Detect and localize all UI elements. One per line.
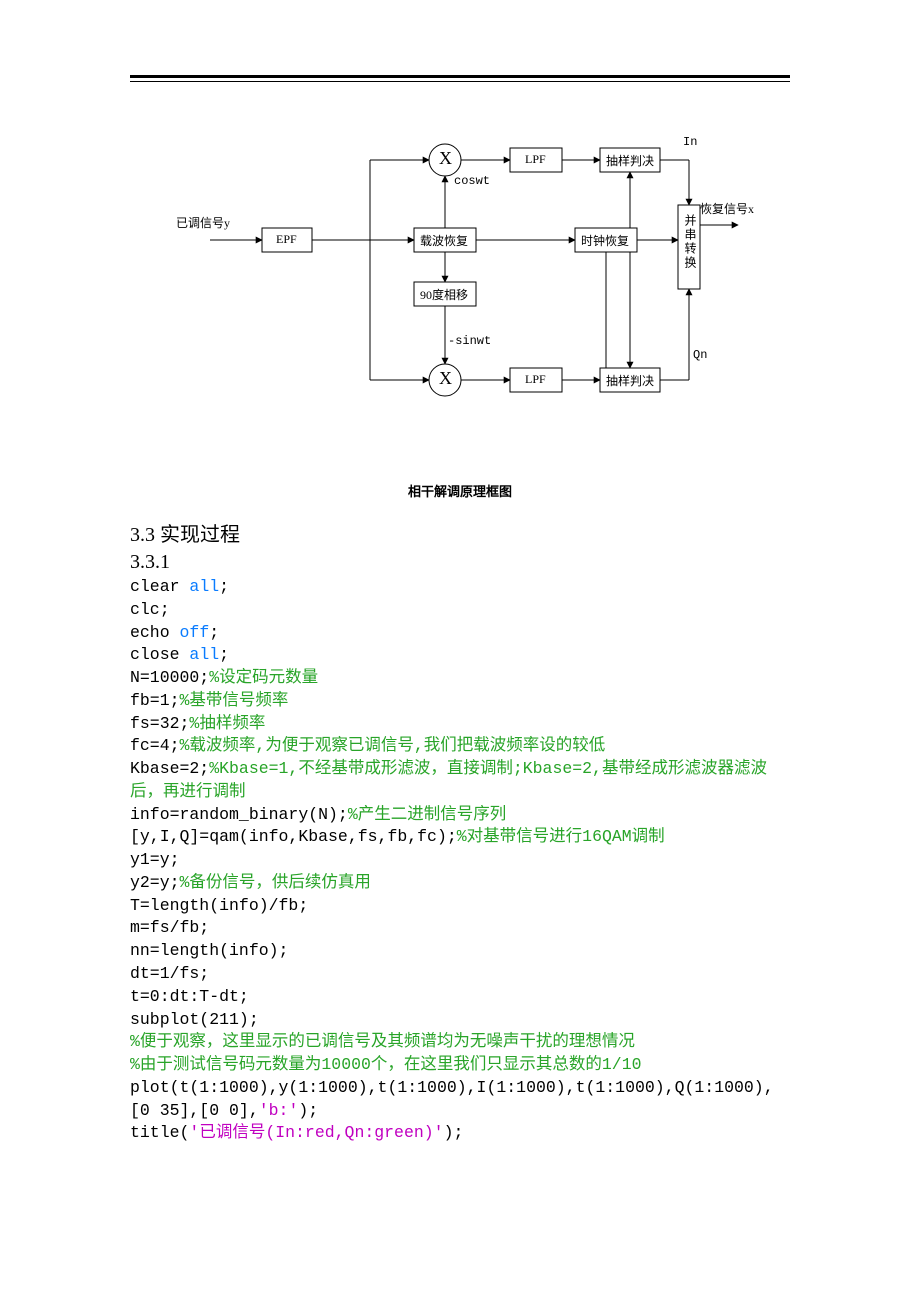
code-comment: %设定码元数量 (209, 668, 318, 687)
code-text: ; (219, 577, 229, 596)
code-text: T=length(info)/fb; (130, 896, 308, 915)
code-comment: %备份信号，供后续仿真用 (180, 873, 371, 892)
page: 已调信号y EPF X X coswt -sinwt LPF LPF 抽样判决 … (0, 0, 920, 1302)
label-epf: EPF (276, 232, 297, 247)
section-heading: 3.3 实现过程 (130, 518, 790, 547)
label-lpf-bot: LPF (525, 372, 546, 387)
code-comment: %抽样频率 (189, 714, 265, 733)
code-comment: %基带信号频率 (180, 691, 289, 710)
code-text: nn=length(info); (130, 941, 288, 960)
label-qn: Qn (693, 348, 707, 362)
label-clock: 时钟恢复 (581, 232, 629, 249)
code-comment: %产生二进制信号序列 (348, 805, 506, 824)
label-sample-top: 抽样判决 (606, 152, 654, 169)
code-text: ); (298, 1101, 318, 1120)
code-text: fb=1; (130, 691, 180, 710)
code-keyword: all (189, 645, 219, 664)
code-text: fc=4; (130, 736, 180, 755)
code-text: N=10000; (130, 668, 209, 687)
code-text: y1=y; (130, 850, 180, 869)
code-text: Kbase=2; (130, 759, 209, 778)
subsection-number: 3.3.1 (130, 551, 790, 574)
code-text: y2=y; (130, 873, 180, 892)
code-text: subplot(211); (130, 1010, 259, 1029)
label-carrier: 载波恢复 (420, 232, 468, 249)
label-x-bot: X (439, 368, 452, 389)
code-comment: %便于观察，这里显示的已调信号及其频谱均为无噪声干扰的理想情况 (130, 1032, 635, 1051)
code-comment: %载波频率,为便于观察已调信号,我们把载波频率设的较低 (180, 736, 606, 755)
code-text: m=fs/fb; (130, 918, 209, 937)
label-coswt: coswt (454, 174, 490, 188)
code-text: close (130, 645, 189, 664)
code-text: t=0:dt:T-dt; (130, 987, 249, 1006)
code-block: clear all; clc; echo off; close all; N=1… (130, 576, 790, 1145)
code-text: clear (130, 577, 189, 596)
code-text: ; (209, 623, 219, 642)
code-keyword: off (180, 623, 210, 642)
label-x-top: X (439, 148, 452, 169)
code-text: info=random_binary(N); (130, 805, 348, 824)
label-sinwt: -sinwt (448, 334, 491, 348)
label-in: In (683, 135, 697, 149)
block-diagram: 已调信号y EPF X X coswt -sinwt LPF LPF 抽样判决 … (180, 130, 740, 425)
label-output: 恢复信号x (700, 200, 754, 217)
code-keyword: all (189, 577, 219, 596)
code-text: plot(t(1:1000),y(1:1000),t(1:1000),I(1:1… (130, 1078, 774, 1120)
label-lpf-top: LPF (525, 152, 546, 167)
code-text: ); (444, 1123, 464, 1142)
code-string: '已调信号(In:red,Qn:green)' (189, 1123, 443, 1142)
code-text: echo (130, 623, 180, 642)
double-rule (130, 75, 790, 82)
code-text: [y,I,Q]=qam(info,Kbase,fs,fb,fc); (130, 827, 457, 846)
label-phase: 90度相移 (420, 286, 468, 303)
code-comment: %对基带信号进行16QAM调制 (457, 827, 665, 846)
code-text: title( (130, 1123, 189, 1142)
code-comment: %Kbase=1,不经基带成形滤波，直接调制;Kbase=2,基带经成形滤波器滤… (130, 759, 767, 801)
code-text: clc; (130, 600, 170, 619)
label-sample-bot: 抽样判决 (606, 372, 654, 389)
label-ps-conv: 并串转换 (682, 214, 699, 270)
figure-caption: 相干解调原理框图 (130, 481, 790, 500)
code-text: ; (219, 645, 229, 664)
code-string: 'b:' (259, 1101, 299, 1120)
label-input: 已调信号y (176, 214, 230, 231)
code-text: fs=32; (130, 714, 189, 733)
code-comment: %由于测试信号码元数量为10000个，在这里我们只显示其总数的1/10 (130, 1055, 642, 1074)
code-text: dt=1/fs; (130, 964, 209, 983)
